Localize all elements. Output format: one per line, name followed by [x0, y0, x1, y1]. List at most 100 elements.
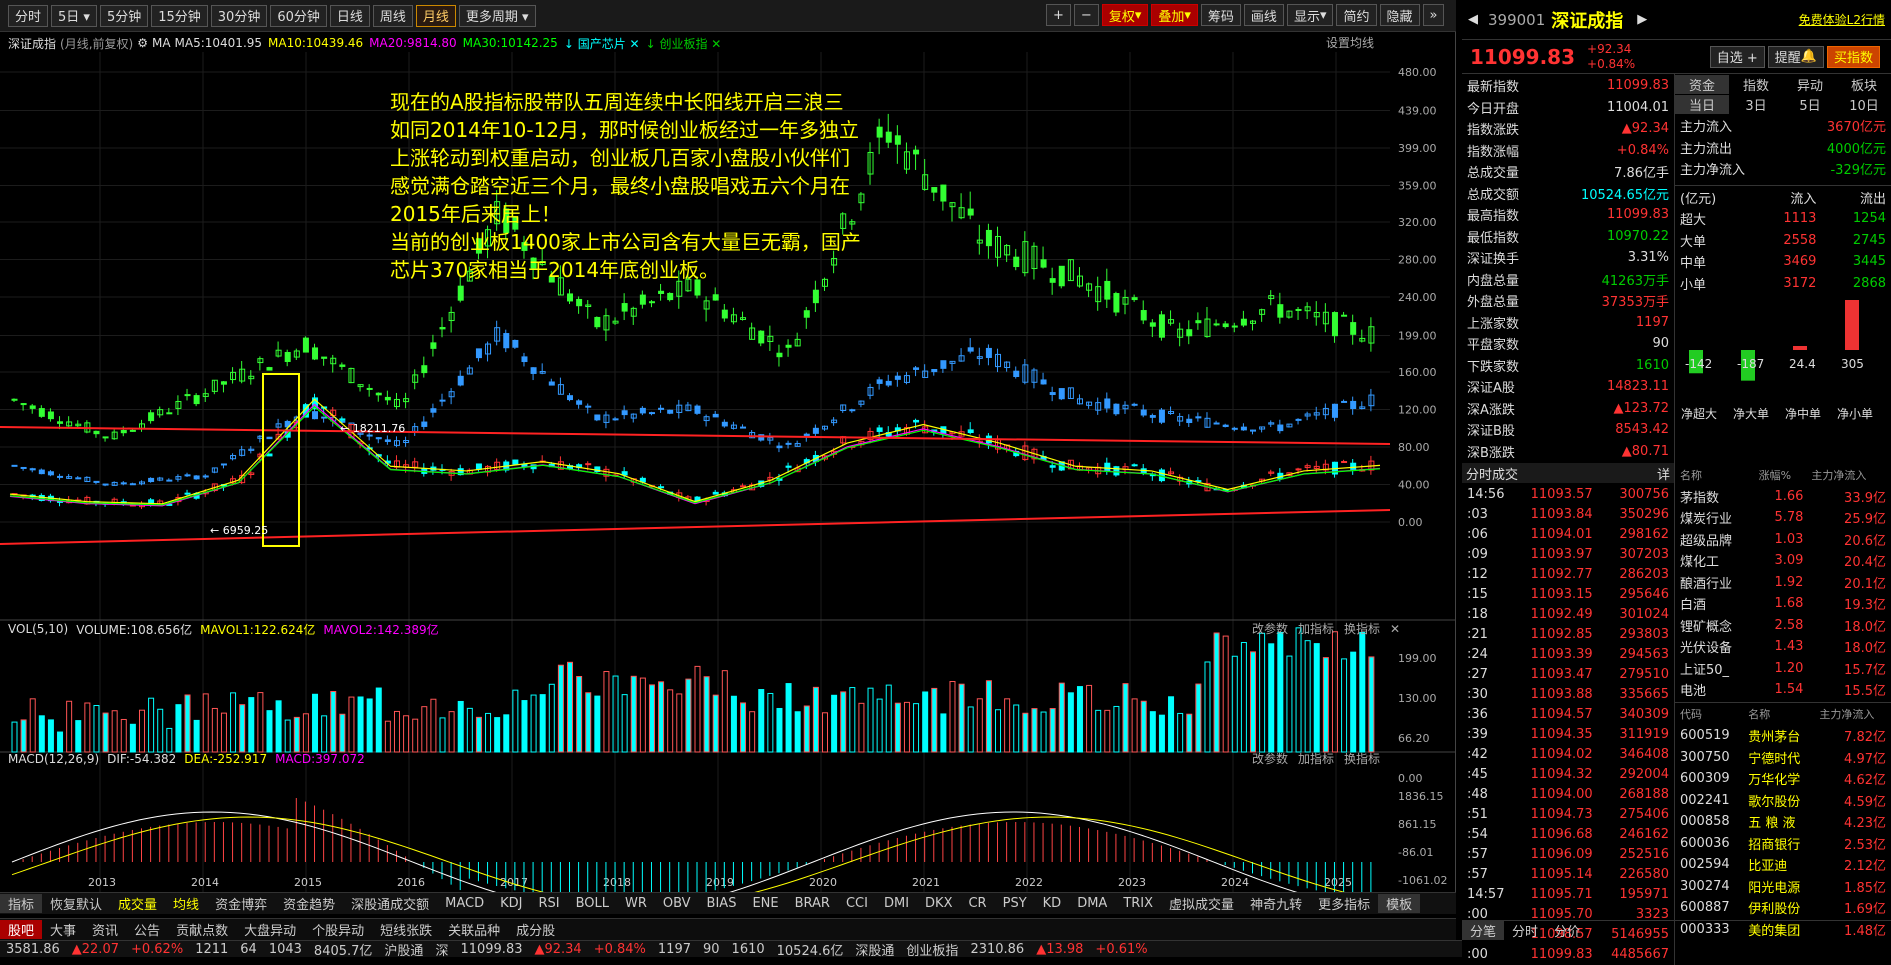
chips-button[interactable]: 筹码	[1200, 4, 1241, 26]
indicator-tab[interactable]: BRAR	[787, 896, 838, 911]
plus-button[interactable]: +	[1046, 4, 1071, 26]
info-tab[interactable]: 短线张跌	[372, 920, 440, 939]
fund-subtab[interactable]: 10日	[1837, 95, 1891, 114]
ma-settings-link[interactable]: 设置均线	[1326, 34, 1374, 51]
sector-row[interactable]: 酿酒行业 1.92 20.1亿	[1677, 573, 1889, 593]
trades-detail-button[interactable]: 详	[1657, 464, 1670, 483]
sector-row[interactable]: 锂矿概念 2.58 18.0亿	[1677, 616, 1889, 636]
add-indicator-button[interactable]: 加指标	[1298, 750, 1334, 767]
indicator-tab[interactable]: DMA	[1069, 896, 1115, 911]
change-param-button[interactable]: 改参数	[1252, 620, 1288, 637]
indicator-tab[interactable]: OBV	[655, 896, 699, 911]
sector-row[interactable]: 煤化工 3.09 20.4亿	[1677, 551, 1889, 571]
indicator-tab[interactable]: 指标	[0, 894, 43, 913]
info-tab[interactable]: 公告	[126, 920, 168, 939]
indicator-tab[interactable]: 资金博弈	[207, 894, 275, 913]
minus-button[interactable]: −	[1073, 4, 1099, 26]
close-icon[interactable]: ✕	[1390, 622, 1400, 636]
indicator-tab[interactable]: 神奇九转	[1242, 894, 1310, 913]
draw-line-button[interactable]: 画线	[1243, 4, 1284, 26]
overlay-gem[interactable]: ↓ 创业板指 ✕	[646, 35, 722, 52]
info-tab[interactable]: 贡献点数	[168, 920, 236, 939]
stock-row[interactable]: 600519 贵州茅台 7.82亿	[1677, 726, 1889, 746]
info-tab[interactable]: 关联品种	[440, 920, 508, 939]
sector-row[interactable]: 光伏设备 1.43 18.0亿	[1677, 637, 1889, 657]
indicator-tab[interactable]: WR	[617, 896, 655, 911]
info-tab[interactable]: 股吧	[0, 920, 43, 939]
remind-button[interactable]: 提醒 🔔	[1767, 45, 1824, 68]
back-icon[interactable]: ◀	[1468, 12, 1478, 27]
fund-tab[interactable]: 板块	[1837, 75, 1891, 94]
sector-row[interactable]: 煤炭行业 5.78 25.9亿	[1677, 508, 1889, 528]
trade-view-tab[interactable]: 分笔	[1462, 921, 1505, 940]
stock-row[interactable]: 600887 伊利股份 1.69亿	[1677, 898, 1889, 918]
change-param-button[interactable]: 改参数	[1252, 750, 1288, 767]
buy-index-button[interactable]: 买指数	[1826, 45, 1880, 68]
period-tab[interactable]: 15分钟	[151, 4, 208, 27]
fund-tab[interactable]: 指数	[1729, 75, 1783, 94]
display-button[interactable]: 显示 ▾	[1286, 4, 1334, 26]
stock-row[interactable]: 000858 五 粮 液 4.23亿	[1677, 812, 1889, 832]
sector-row[interactable]: 上证50_ 1.20 15.7亿	[1677, 659, 1889, 679]
indicator-tab[interactable]: ENE	[744, 896, 786, 911]
indicator-tab[interactable]: 深股通成交额	[343, 894, 437, 913]
fund-subtab[interactable]: 3日	[1729, 95, 1783, 114]
sector-row[interactable]: 白酒 1.68 19.3亿	[1677, 594, 1889, 614]
settings-icon[interactable]: ⚙	[137, 36, 148, 50]
indicator-tab[interactable]: 虚拟成交量	[1161, 894, 1242, 913]
switch-indicator-button[interactable]: 换指标	[1344, 750, 1380, 767]
sector-row[interactable]: 超级品牌 1.03 20.6亿	[1677, 530, 1889, 550]
period-tab[interactable]: 5分钟	[99, 4, 149, 27]
indicator-tab[interactable]: KD	[1035, 896, 1070, 911]
indicator-tab[interactable]: 均线	[165, 894, 207, 913]
period-tab[interactable]: 30分钟	[210, 4, 268, 27]
indicator-tab[interactable]: 更多指标	[1310, 894, 1378, 913]
indicator-tab[interactable]: PSY	[995, 896, 1035, 911]
info-tab[interactable]: 资讯	[84, 920, 126, 939]
period-tab[interactable]: 月线	[415, 4, 456, 27]
stock-row[interactable]: 002241 歌尔股份 4.59亿	[1677, 791, 1889, 811]
stock-row[interactable]: 600036 招商银行 2.53亿	[1677, 834, 1889, 854]
sector-row[interactable]: 电池 1.54 15.5亿	[1677, 680, 1889, 700]
fund-tab[interactable]: 异动	[1783, 75, 1837, 94]
indicator-tab[interactable]: MACD	[437, 896, 492, 911]
switch-indicator-button[interactable]: 换指标	[1344, 620, 1380, 637]
collapse-icon[interactable]: »	[1422, 4, 1445, 26]
fund-tab[interactable]: 资金	[1675, 74, 1729, 94]
indicator-tab[interactable]: BOLL	[568, 896, 617, 911]
indicator-tab[interactable]: RSI	[530, 896, 567, 911]
next-icon[interactable]: ▶	[1637, 12, 1647, 27]
l2-trial-link[interactable]: 免费体验L2行情	[1799, 11, 1885, 28]
stock-row[interactable]: 300750 宁德时代 4.97亿	[1677, 748, 1889, 768]
add-indicator-button[interactable]: 加指标	[1298, 620, 1334, 637]
period-tab[interactable]: 分时	[8, 4, 49, 27]
indicator-tab[interactable]: BIAS	[699, 896, 745, 911]
trade-view-tab[interactable]: 分价	[1546, 921, 1588, 940]
trade-view-tab[interactable]: 分时	[1504, 921, 1546, 940]
period-tab[interactable]: 5日 ▾	[51, 4, 97, 27]
stock-row[interactable]: 002594 比亚迪 2.12亿	[1677, 855, 1889, 875]
restore-rights-button[interactable]: 复权 ▾	[1101, 4, 1149, 26]
indicator-tab[interactable]: DMI	[876, 896, 917, 911]
stock-row[interactable]: 600309 万华化学 4.62亿	[1677, 769, 1889, 789]
indicator-tab[interactable]: 资金趋势	[275, 894, 343, 913]
simple-button[interactable]: 简约	[1336, 4, 1377, 26]
period-tab[interactable]: 日线	[329, 4, 370, 27]
indicator-tab[interactable]: 模板	[1378, 894, 1421, 913]
fund-subtab[interactable]: 5日	[1783, 95, 1837, 114]
info-tab[interactable]: 成分股	[508, 920, 563, 939]
indicator-tab[interactable]: DKX	[917, 896, 960, 911]
period-tab[interactable]: 更多周期 ▾	[458, 4, 536, 27]
hide-button[interactable]: 隐藏	[1379, 4, 1420, 26]
period-tab[interactable]: 60分钟	[270, 4, 327, 27]
indicator-tab[interactable]: KDJ	[492, 896, 530, 911]
indicator-tab[interactable]: 成交量	[110, 894, 165, 913]
info-tab[interactable]: 大事	[42, 920, 84, 939]
add-watchlist-button[interactable]: 自选 +	[1709, 45, 1765, 68]
sector-row[interactable]: 茅指数 1.66 33.9亿	[1677, 487, 1889, 507]
info-tab[interactable]: 个股异动	[304, 920, 372, 939]
stock-row[interactable]: 300274 阳光电源 1.85亿	[1677, 877, 1889, 897]
info-tab[interactable]: 大盘异动	[236, 920, 304, 939]
indicator-tab[interactable]: TRIX	[1115, 896, 1161, 911]
indicator-tab[interactable]: CCI	[838, 896, 876, 911]
